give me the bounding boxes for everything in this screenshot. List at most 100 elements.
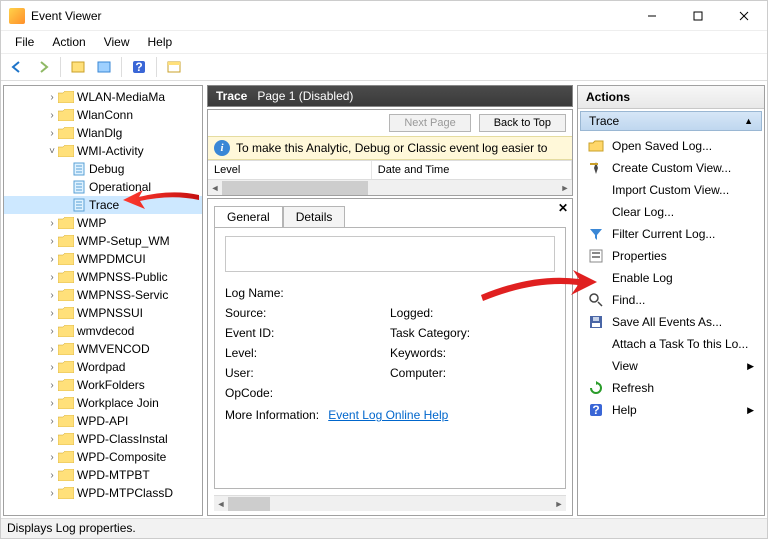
tree-item-wmp-setup-wm[interactable]: ›WMP-Setup_WM (4, 232, 202, 250)
expand-icon[interactable]: › (46, 416, 58, 427)
back-to-top-button[interactable]: Back to Top (479, 114, 566, 132)
action-import-custom-view[interactable]: Import Custom View... (582, 179, 760, 201)
tree-item-wordpad[interactable]: ›Wordpad (4, 358, 202, 376)
expand-icon[interactable]: › (46, 128, 58, 139)
toolbar-help-button[interactable]: ? (127, 55, 151, 79)
tree-item-debug[interactable]: Debug (4, 160, 202, 178)
toolbar-btn-1[interactable] (66, 55, 90, 79)
action-create-custom-view[interactable]: Create Custom View... (582, 157, 760, 179)
expand-icon[interactable]: › (46, 272, 58, 283)
tree-item-wmvencod[interactable]: ›WMVENCOD (4, 340, 202, 358)
action-label: View (612, 359, 638, 373)
action-save-all-events-as[interactable]: Save All Events As... (582, 311, 760, 333)
action-view[interactable]: View ▶ (582, 355, 760, 377)
toolbar-btn-3[interactable] (162, 55, 186, 79)
tree-item-wmpnss-public[interactable]: ›WMPNSS-Public (4, 268, 202, 286)
tree-item-wmvdecod[interactable]: › wmvdecod (4, 322, 202, 340)
tree-item-label: WPD-ClassInstal (77, 432, 168, 446)
tree-item-wpd-api[interactable]: ›WPD-API (4, 412, 202, 430)
tree-item-wmp[interactable]: ›WMP (4, 214, 202, 232)
tree-item-wmpnss-servic[interactable]: ›WMPNSS-Servic (4, 286, 202, 304)
action-label: Attach a Task To this Lo... (612, 337, 748, 351)
expand-icon[interactable]: › (46, 344, 58, 355)
tree-item-wpd-composite[interactable]: ›WPD-Composite (4, 448, 202, 466)
expand-icon[interactable]: › (46, 452, 58, 463)
tree-item-operational[interactable]: Operational (4, 178, 202, 196)
expand-icon[interactable]: › (46, 398, 58, 409)
expand-icon[interactable]: › (46, 434, 58, 445)
menu-action[interactable]: Action (44, 33, 93, 51)
import-icon (588, 182, 604, 198)
help-link[interactable]: Event Log Online Help (328, 408, 448, 422)
expand-icon[interactable]: › (46, 362, 58, 373)
close-button[interactable] (721, 1, 767, 31)
expand-icon[interactable]: › (46, 236, 58, 247)
log-file-icon (72, 198, 86, 212)
action-refresh[interactable]: Refresh (582, 377, 760, 399)
tree-item-wmpnssui[interactable]: ›WMPNSSUI (4, 304, 202, 322)
detail-hscroll[interactable]: ◄► (214, 495, 566, 511)
action-filter-current-log[interactable]: Filter Current Log... (582, 223, 760, 245)
action-open-saved-log[interactable]: Open Saved Log... (582, 135, 760, 157)
action-attach-a-task-to-this-lo[interactable]: Attach a Task To this Lo... (582, 333, 760, 355)
list-hscroll[interactable]: ◄► (208, 179, 572, 195)
tree-item-workfolders[interactable]: ›WorkFolders (4, 376, 202, 394)
action-enable-log[interactable]: Enable Log (582, 267, 760, 289)
collapse-icon: ▲ (744, 116, 753, 126)
tree-item-wpd-mtpclassd[interactable]: ›WPD-MTPClassD (4, 484, 202, 502)
action-clear-log[interactable]: Clear Log... (582, 201, 760, 223)
tree-item-wlan-mediama[interactable]: ›WLAN-MediaMa (4, 88, 202, 106)
tree-item-wlanconn[interactable]: ›WlanConn (4, 106, 202, 124)
actions-section-header[interactable]: Trace ▲ (580, 111, 762, 131)
tree-item-wmi-activity[interactable]: ˅WMI-Activity (4, 142, 202, 160)
panel-close-icon[interactable]: ✕ (558, 201, 568, 215)
next-page-button[interactable]: Next Page (389, 114, 470, 132)
tree-pane[interactable]: ›WLAN-MediaMa›WlanConn›WlanDlg˅WMI-Activ… (3, 85, 203, 516)
expand-icon[interactable]: › (46, 308, 58, 319)
maximize-button[interactable] (675, 1, 721, 31)
back-button[interactable] (5, 55, 29, 79)
expand-icon[interactable]: › (46, 110, 58, 121)
expand-icon[interactable]: › (46, 254, 58, 265)
action-find[interactable]: Find... (582, 289, 760, 311)
expand-icon[interactable]: › (46, 380, 58, 391)
expand-icon[interactable]: › (46, 488, 58, 499)
tree-item-wlandlg[interactable]: ›WlanDlg (4, 124, 202, 142)
action-properties[interactable]: Properties (582, 245, 760, 267)
status-bar: Displays Log properties. (1, 518, 767, 538)
folder-icon (58, 127, 74, 139)
forward-button[interactable] (31, 55, 55, 79)
description-box (225, 236, 555, 272)
tree-item-wpd-mtpbt[interactable]: ›WPD-MTPBT (4, 466, 202, 484)
menu-file[interactable]: File (7, 33, 42, 51)
menu-view[interactable]: View (96, 33, 138, 51)
expand-icon[interactable]: › (46, 92, 58, 103)
actions-section-title: Trace (589, 114, 619, 128)
col-datetime[interactable]: Date and Time (372, 161, 572, 179)
col-level[interactable]: Level (208, 161, 372, 179)
tab-general[interactable]: General (214, 206, 283, 228)
action-help[interactable]: ?Help▶ (582, 399, 760, 421)
minimize-button[interactable] (629, 1, 675, 31)
expand-icon[interactable]: › (46, 218, 58, 229)
tree-item-trace[interactable]: Trace (4, 196, 202, 214)
menu-bar: File Action View Help (1, 31, 767, 53)
action-label: Open Saved Log... (612, 139, 712, 153)
toolbar-btn-2[interactable] (92, 55, 116, 79)
submenu-arrow-icon: ▶ (747, 361, 754, 372)
tab-details[interactable]: Details (283, 206, 346, 228)
collapse-icon[interactable]: ˅ (46, 146, 58, 157)
expand-icon[interactable]: › (46, 326, 58, 337)
expand-icon[interactable]: › (46, 290, 58, 301)
tree-item-wmpdmcui[interactable]: ›WMPDMCUI (4, 250, 202, 268)
tree-item-wpd-classinstal[interactable]: › WPD-ClassInstal (4, 430, 202, 448)
expand-icon[interactable]: › (46, 470, 58, 481)
menu-help[interactable]: Help (140, 33, 181, 51)
info-icon: i (214, 140, 230, 156)
list-header[interactable]: Level Date and Time (208, 160, 572, 179)
folder-icon (58, 343, 74, 355)
tree-item-workplace-join[interactable]: ›Workplace Join (4, 394, 202, 412)
info-text: To make this Analytic, Debug or Classic … (236, 141, 547, 155)
label-task-category: Task Category: (390, 326, 490, 340)
tree-item-label: wmvdecod (77, 324, 134, 338)
